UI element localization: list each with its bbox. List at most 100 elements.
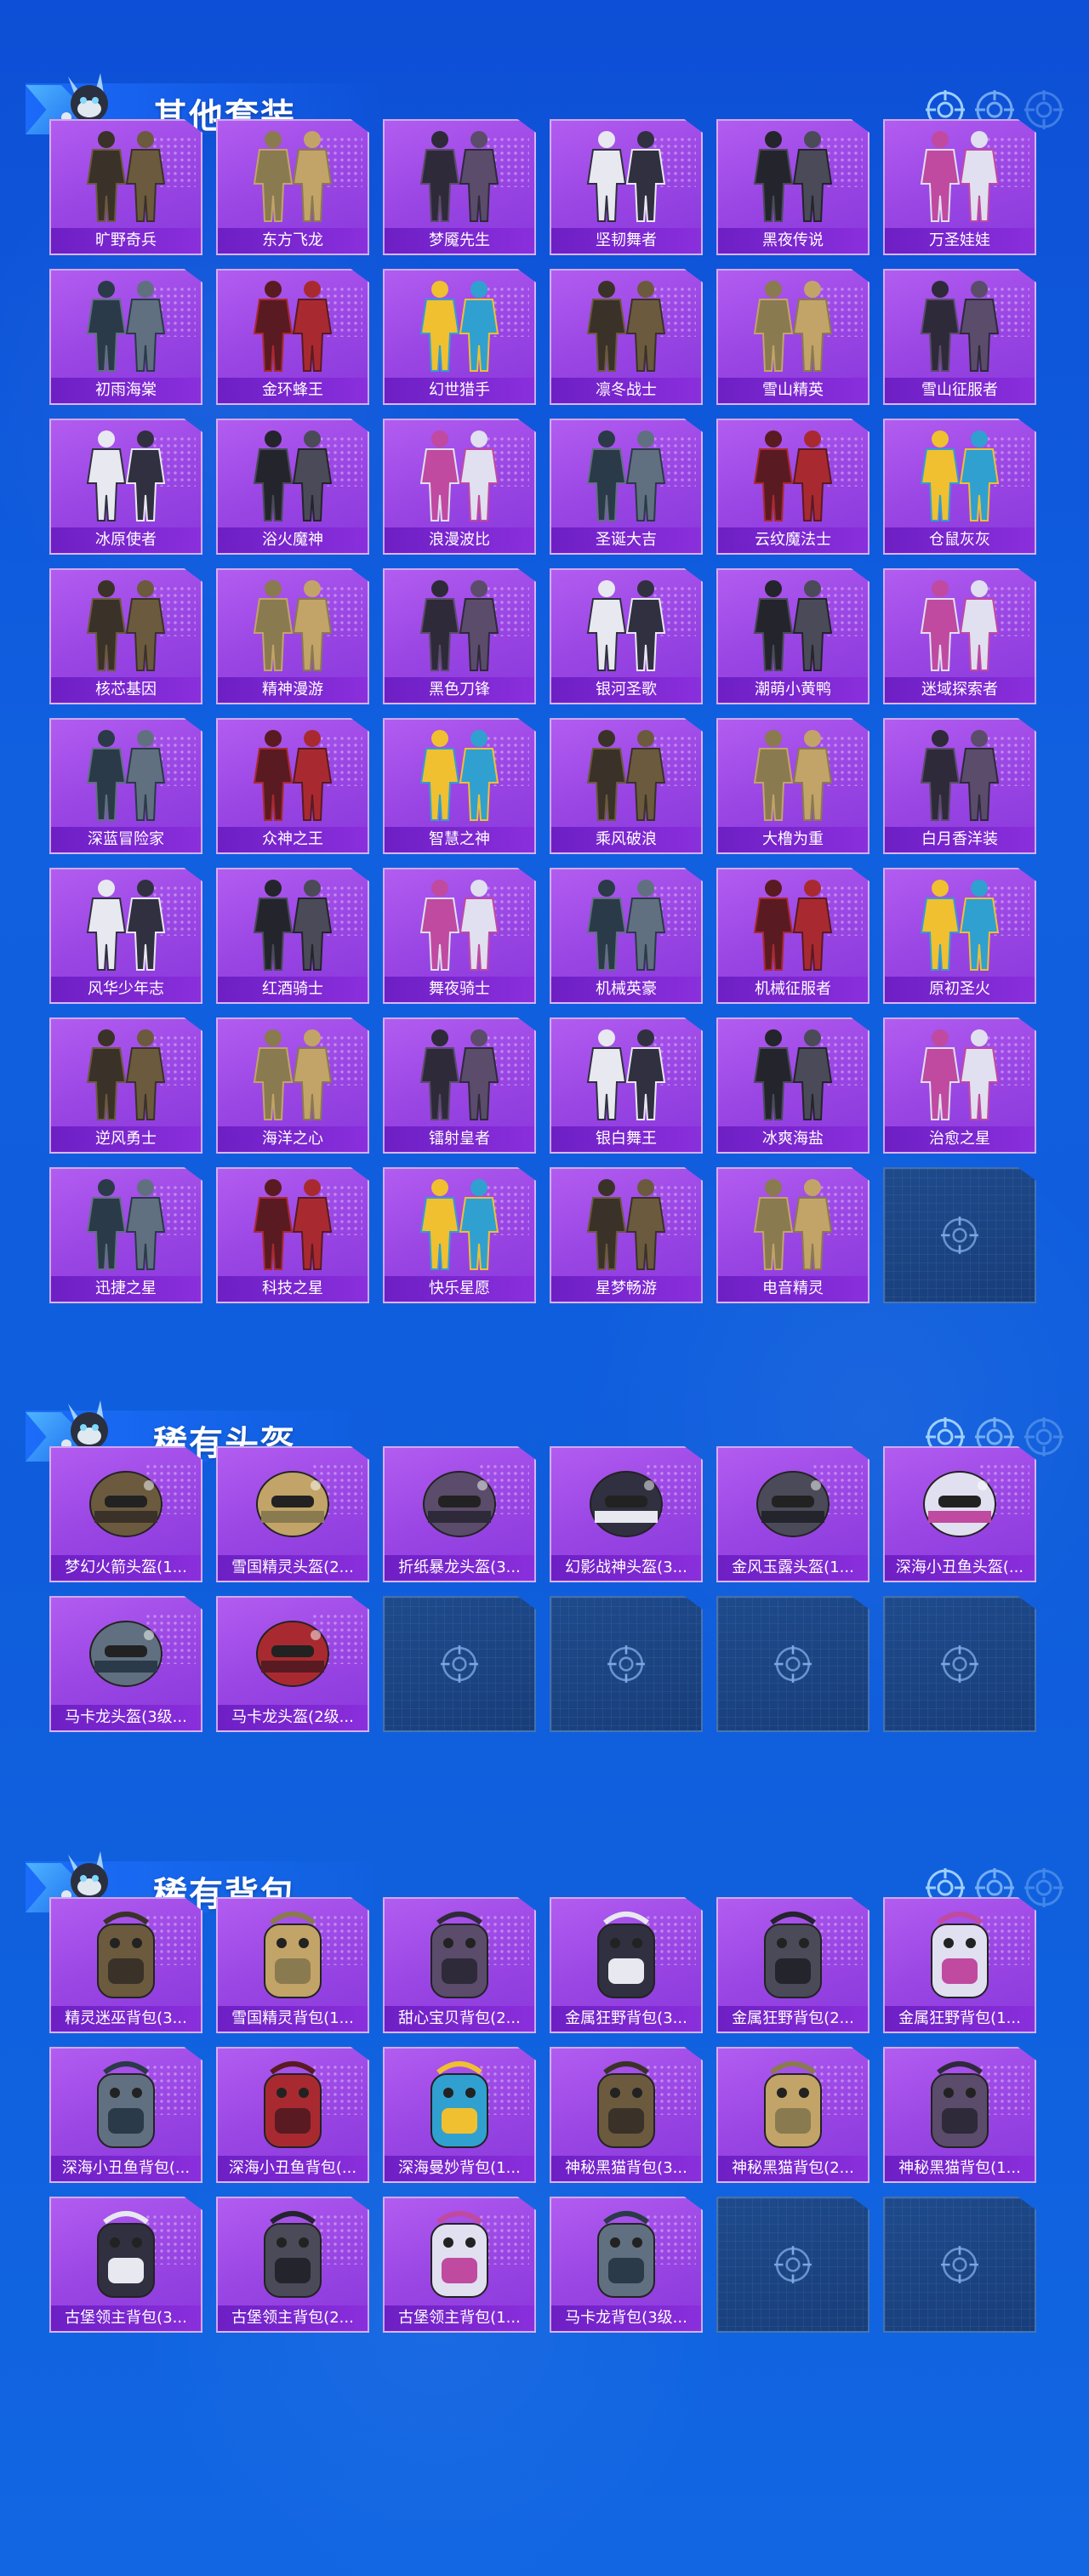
outfit-icon — [253, 1029, 333, 1120]
outfit-card[interactable]: 云纹魔法士 — [716, 419, 869, 555]
outfit-card[interactable]: 冰爽海盐 — [716, 1017, 869, 1154]
outfit-card[interactable]: 白月香洋装 — [883, 718, 1036, 854]
outfit-icon — [253, 131, 333, 222]
outfit-icon — [419, 880, 499, 971]
helmet-icon — [256, 1621, 329, 1687]
outfit-card[interactable]: 风华少年志 — [49, 868, 202, 1004]
outfit-card[interactable]: 深蓝冒险家 — [49, 718, 202, 854]
helmet-card[interactable]: 金风玉露头盔(1... — [716, 1446, 869, 1582]
outfit-card[interactable]: 圣诞大吉 — [550, 419, 703, 555]
outfit-card[interactable]: 黑色刀锋 — [383, 568, 536, 704]
item-image — [551, 1899, 701, 2008]
item-name: 马卡龙背包(3级... — [551, 2305, 701, 2331]
item-image — [385, 1169, 534, 1278]
item-image — [218, 1169, 368, 1278]
outfit-card[interactable]: 雪山征服者 — [883, 269, 1036, 405]
outfit-card[interactable]: 治愈之星 — [883, 1017, 1036, 1154]
outfit-card[interactable]: 凛冬战士 — [550, 269, 703, 405]
item-image — [51, 570, 201, 679]
item-image — [718, 2049, 868, 2157]
backpack-card[interactable]: 雪国精灵背包(1... — [216, 1897, 369, 2033]
outfit-card[interactable]: 机械英豪 — [550, 868, 703, 1004]
item-image — [718, 1448, 868, 1557]
item-name: 迅捷之星 — [51, 1276, 201, 1302]
item-name: 星梦畅游 — [551, 1276, 701, 1302]
item-image — [385, 720, 534, 829]
helmet-card[interactable]: 深海小丑鱼头盔(... — [883, 1446, 1036, 1582]
outfit-card[interactable]: 坚韧舞者 — [550, 119, 703, 255]
outfit-card[interactable]: 精神漫游 — [216, 568, 369, 704]
outfit-card[interactable]: 冰原使者 — [49, 419, 202, 555]
item-image — [385, 121, 534, 230]
backpack-card[interactable]: 马卡龙背包(3级... — [550, 2197, 703, 2333]
backpack-card[interactable]: 神秘黑猫背包(3... — [550, 2047, 703, 2183]
outfit-icon — [419, 1179, 499, 1270]
helmet-card[interactable]: 梦幻火箭头盔(1... — [49, 1446, 202, 1582]
outfit-card[interactable]: 逆风勇士 — [49, 1017, 202, 1154]
helmet-card[interactable]: 雪国精灵头盔(2... — [216, 1446, 369, 1582]
item-image — [885, 2049, 1035, 2157]
backpack-icon — [597, 2061, 655, 2148]
helmet-card[interactable]: 马卡龙头盔(2级... — [216, 1596, 369, 1732]
backpack-card[interactable]: 金属狂野背包(2... — [716, 1897, 869, 2033]
outfit-icon — [419, 281, 499, 372]
outfit-card[interactable]: 东方飞龙 — [216, 119, 369, 255]
outfit-card[interactable]: 迷域探索者 — [883, 568, 1036, 704]
outfit-card[interactable]: 镭射皇者 — [383, 1017, 536, 1154]
backpack-card[interactable]: 精灵迷巫背包(3... — [49, 1897, 202, 2033]
outfit-card[interactable]: 金环蜂王 — [216, 269, 369, 405]
outfit-card[interactable]: 迅捷之星 — [49, 1167, 202, 1303]
helmet-card[interactable]: 马卡龙头盔(3级... — [49, 1596, 202, 1732]
outfit-card[interactable]: 梦魇先生 — [383, 119, 536, 255]
outfit-card[interactable]: 浴火魔神 — [216, 419, 369, 555]
item-image — [551, 2049, 701, 2157]
outfit-card[interactable]: 众神之王 — [216, 718, 369, 854]
item-image — [551, 869, 701, 978]
outfit-icon — [920, 281, 1000, 372]
outfit-card[interactable]: 旷野奇兵 — [49, 119, 202, 255]
outfit-card[interactable]: 仓鼠灰灰 — [883, 419, 1036, 555]
item-image — [385, 1899, 534, 2008]
outfit-card[interactable]: 核芯基因 — [49, 568, 202, 704]
outfit-icon — [86, 880, 166, 971]
backpack-card[interactable]: 深海曼妙背包(1... — [383, 2047, 536, 2183]
outfit-card[interactable]: 海洋之心 — [216, 1017, 369, 1154]
helmet-card[interactable]: 折纸暴龙头盔(3... — [383, 1446, 536, 1582]
outfit-card[interactable]: 快乐星愿 — [383, 1167, 536, 1303]
outfit-card[interactable]: 浪漫波比 — [383, 419, 536, 555]
backpack-card[interactable]: 神秘黑猫背包(2... — [716, 2047, 869, 2183]
outfit-card[interactable]: 舞夜骑士 — [383, 868, 536, 1004]
outfit-card[interactable]: 科技之星 — [216, 1167, 369, 1303]
outfit-icon — [920, 1029, 1000, 1120]
backpack-card[interactable]: 深海小丑鱼背包(... — [216, 2047, 369, 2183]
outfit-card[interactable]: 雪山精英 — [716, 269, 869, 405]
backpack-card[interactable]: 古堡领主背包(3... — [49, 2197, 202, 2333]
outfit-card[interactable]: 智慧之神 — [383, 718, 536, 854]
outfit-card[interactable]: 银白舞王 — [550, 1017, 703, 1154]
outfit-card[interactable]: 星梦畅游 — [550, 1167, 703, 1303]
backpack-card[interactable]: 古堡领主背包(1... — [383, 2197, 536, 2333]
outfit-card[interactable]: 黑夜传说 — [716, 119, 869, 255]
outfit-card[interactable]: 大橹为重 — [716, 718, 869, 854]
backpack-card[interactable]: 深海小丑鱼背包(... — [49, 2047, 202, 2183]
outfit-card[interactable]: 银河圣歌 — [550, 568, 703, 704]
outfit-card[interactable]: 电音精灵 — [716, 1167, 869, 1303]
backpack-card[interactable]: 金属狂野背包(3... — [550, 1897, 703, 2033]
outfit-card[interactable]: 潮萌小黄鸭 — [716, 568, 869, 704]
outfit-card[interactable]: 红酒骑士 — [216, 868, 369, 1004]
outfit-card[interactable]: 幻世猎手 — [383, 269, 536, 405]
backpack-card[interactable]: 神秘黑猫背包(1... — [883, 2047, 1036, 2183]
item-image — [51, 121, 201, 230]
outfit-card[interactable]: 乘风破浪 — [550, 718, 703, 854]
item-image — [551, 271, 701, 379]
outfit-card[interactable]: 初雨海棠 — [49, 269, 202, 405]
helmet-card[interactable]: 幻影战神头盔(3... — [550, 1446, 703, 1582]
outfit-card[interactable]: 机械征服者 — [716, 868, 869, 1004]
backpack-card[interactable]: 金属狂野背包(1... — [883, 1897, 1036, 2033]
outfit-icon — [86, 1029, 166, 1120]
backpack-card[interactable]: 甜心宝贝背包(2... — [383, 1897, 536, 2033]
outfit-card[interactable]: 原初圣火 — [883, 868, 1036, 1004]
backpack-card[interactable]: 古堡领主背包(2... — [216, 2197, 369, 2333]
outfit-icon — [419, 730, 499, 821]
outfit-card[interactable]: 万圣娃娃 — [883, 119, 1036, 255]
